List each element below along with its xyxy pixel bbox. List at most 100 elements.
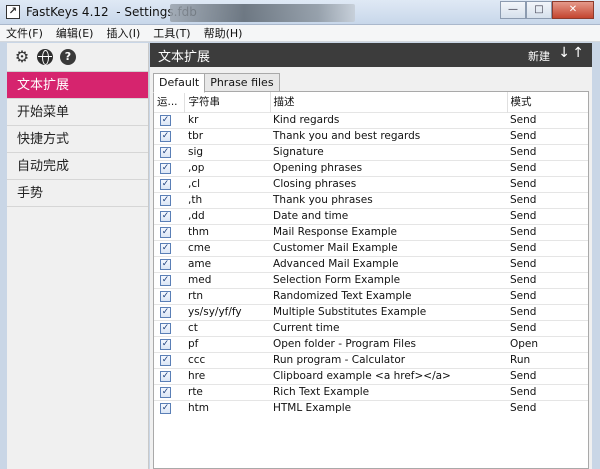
enabled-checkbox[interactable]: ✓ <box>160 322 171 334</box>
new-button[interactable]: 新建 <box>528 48 550 64</box>
column-header-description[interactable]: 描述 <box>270 92 508 112</box>
sidebar-item-4[interactable]: 手势 <box>7 180 148 207</box>
enabled-checkbox[interactable]: ✓ <box>160 242 171 254</box>
sidebar-item-3[interactable]: 自动完成 <box>7 153 148 180</box>
table-row[interactable]: ✓ med Selection Form Example Send <box>154 271 588 288</box>
mode-cell: Open <box>507 335 588 352</box>
panel-header: 文本扩展 新建 ↓ ↑ <box>150 43 592 67</box>
enabled-checkbox[interactable]: ✓ <box>160 178 171 190</box>
description-cell: Multiple Substitutes Example <box>270 303 507 320</box>
help-icon[interactable]: ? <box>60 49 76 65</box>
tab-default[interactable]: Default <box>153 73 206 93</box>
table-row[interactable]: ✓ sig Signature Send <box>154 143 588 160</box>
run-cell: ✓ <box>154 111 184 128</box>
enabled-checkbox[interactable]: ✓ <box>160 386 171 398</box>
enabled-checkbox[interactable]: ✓ <box>160 194 171 206</box>
column-header-run[interactable]: 运... <box>154 92 185 112</box>
blurred-title-region <box>170 4 355 22</box>
abbreviation-cell: rte <box>184 383 270 400</box>
table-row[interactable]: ✓ ys/sy/yf/fy Multiple Substitutes Example… <box>154 303 588 320</box>
mode-cell: Send <box>507 207 588 224</box>
description-cell: Advanced Mail Example <box>270 255 507 272</box>
move-up-icon[interactable]: ↑ <box>572 45 584 61</box>
menu-file[interactable]: 文件(F) <box>6 25 43 41</box>
enabled-checkbox[interactable]: ✓ <box>160 290 171 302</box>
table-row[interactable]: ✓ tbr Thank you and best regards Send <box>154 127 588 144</box>
table-header-row: 运... 字符串 描述 模式 <box>154 92 588 112</box>
close-button[interactable]: ✕ <box>552 1 594 19</box>
run-cell: ✓ <box>154 335 184 352</box>
description-cell: Opening phrases <box>270 159 507 176</box>
table-row[interactable]: ✓ rtn Randomized Text Example Send <box>154 287 588 304</box>
mode-cell: Send <box>507 175 588 192</box>
table-row[interactable]: ✓ ct Current time Send <box>154 319 588 336</box>
table-row[interactable]: ✓ thm Mail Response Example Send <box>154 223 588 240</box>
app-icon: ↗ <box>6 5 20 19</box>
menu-edit[interactable]: 编辑(E) <box>56 25 94 41</box>
table-row[interactable]: ✓ cme Customer Mail Example Send <box>154 239 588 256</box>
abbreviation-cell: htm <box>184 399 270 416</box>
abbreviation-cell: ,cl <box>184 175 270 192</box>
enabled-checkbox[interactable]: ✓ <box>160 258 171 270</box>
gear-icon[interactable]: ⚙ <box>14 49 30 65</box>
sidebar-item-0[interactable]: 文本扩展 <box>7 72 148 99</box>
table-row[interactable]: ✓ htm HTML Example Send <box>154 399 588 416</box>
enabled-checkbox[interactable]: ✓ <box>160 162 171 174</box>
description-cell: Clipboard example <a href></a> <box>270 367 507 384</box>
mode-cell: Send <box>507 399 588 416</box>
globe-icon[interactable] <box>37 49 53 65</box>
enabled-checkbox[interactable]: ✓ <box>160 146 171 158</box>
mode-cell: Send <box>507 191 588 208</box>
table-row[interactable]: ✓ rte Rich Text Example Send <box>154 383 588 400</box>
abbreviation-cell: ame <box>184 255 270 272</box>
description-cell: Customer Mail Example <box>270 239 507 256</box>
tab-strip: Default Phrase files <box>153 73 280 93</box>
table-row[interactable]: ✓ ,cl Closing phrases Send <box>154 175 588 192</box>
run-cell: ✓ <box>154 127 184 144</box>
tab-phrase-files[interactable]: Phrase files <box>204 73 280 92</box>
enabled-checkbox[interactable]: ✓ <box>160 210 171 222</box>
menu-insert[interactable]: 插入(I) <box>106 25 140 41</box>
table-row[interactable]: ✓ kr Kind regards Send <box>154 111 588 128</box>
table-row[interactable]: ✓ ame Advanced Mail Example Send <box>154 255 588 272</box>
column-header-mode[interactable]: 模式 <box>507 92 588 112</box>
maximize-button[interactable]: □ <box>526 1 552 19</box>
enabled-checkbox[interactable]: ✓ <box>160 402 171 414</box>
enabled-checkbox[interactable]: ✓ <box>160 370 171 382</box>
mode-cell: Send <box>507 303 588 320</box>
panel-title: 文本扩展 <box>158 50 211 65</box>
description-cell: Selection Form Example <box>270 271 507 288</box>
table-row[interactable]: ✓ ,dd Date and time Send <box>154 207 588 224</box>
abbreviation-cell: ,dd <box>184 207 270 224</box>
enabled-checkbox[interactable]: ✓ <box>160 114 171 126</box>
enabled-checkbox[interactable]: ✓ <box>160 226 171 238</box>
column-header-string[interactable]: 字符串 <box>184 92 271 112</box>
description-cell: Signature <box>270 143 507 160</box>
table-row[interactable]: ✓ hre Clipboard example <a href></a> Send <box>154 367 588 384</box>
abbreviation-cell: pf <box>184 335 270 352</box>
abbreviation-cell: kr <box>184 111 270 128</box>
enabled-checkbox[interactable]: ✓ <box>160 306 171 318</box>
table-row[interactable]: ✓ ,th Thank you phrases Send <box>154 191 588 208</box>
abbreviation-cell: tbr <box>184 127 270 144</box>
sidebar-item-1[interactable]: 开始菜单 <box>7 99 148 126</box>
menu-help[interactable]: 帮助(H) <box>204 25 243 41</box>
enabled-checkbox[interactable]: ✓ <box>160 130 171 142</box>
abbreviation-cell: sig <box>184 143 270 160</box>
enabled-checkbox[interactable]: ✓ <box>160 274 171 286</box>
table-row[interactable]: ✓ pf Open folder - Program Files Open <box>154 335 588 352</box>
table-row[interactable]: ✓ ccc Run program - Calculator Run <box>154 351 588 368</box>
mode-cell: Send <box>507 367 588 384</box>
description-cell: Thank you and best regards <box>270 127 507 144</box>
sidebar: ⚙ ? 文本扩展 开始菜单 快捷方式 自动完成 手势 <box>7 43 149 469</box>
menu-tools[interactable]: 工具(T) <box>153 25 190 41</box>
description-cell: Date and time <box>270 207 507 224</box>
enabled-checkbox[interactable]: ✓ <box>160 338 171 350</box>
table-row[interactable]: ✓ ,op Opening phrases Send <box>154 159 588 176</box>
abbreviation-cell: hre <box>184 367 270 384</box>
description-cell: Rich Text Example <box>270 383 507 400</box>
move-down-icon[interactable]: ↓ <box>558 45 570 61</box>
enabled-checkbox[interactable]: ✓ <box>160 354 171 366</box>
sidebar-item-2[interactable]: 快捷方式 <box>7 126 148 153</box>
minimize-button[interactable]: — <box>500 1 526 19</box>
